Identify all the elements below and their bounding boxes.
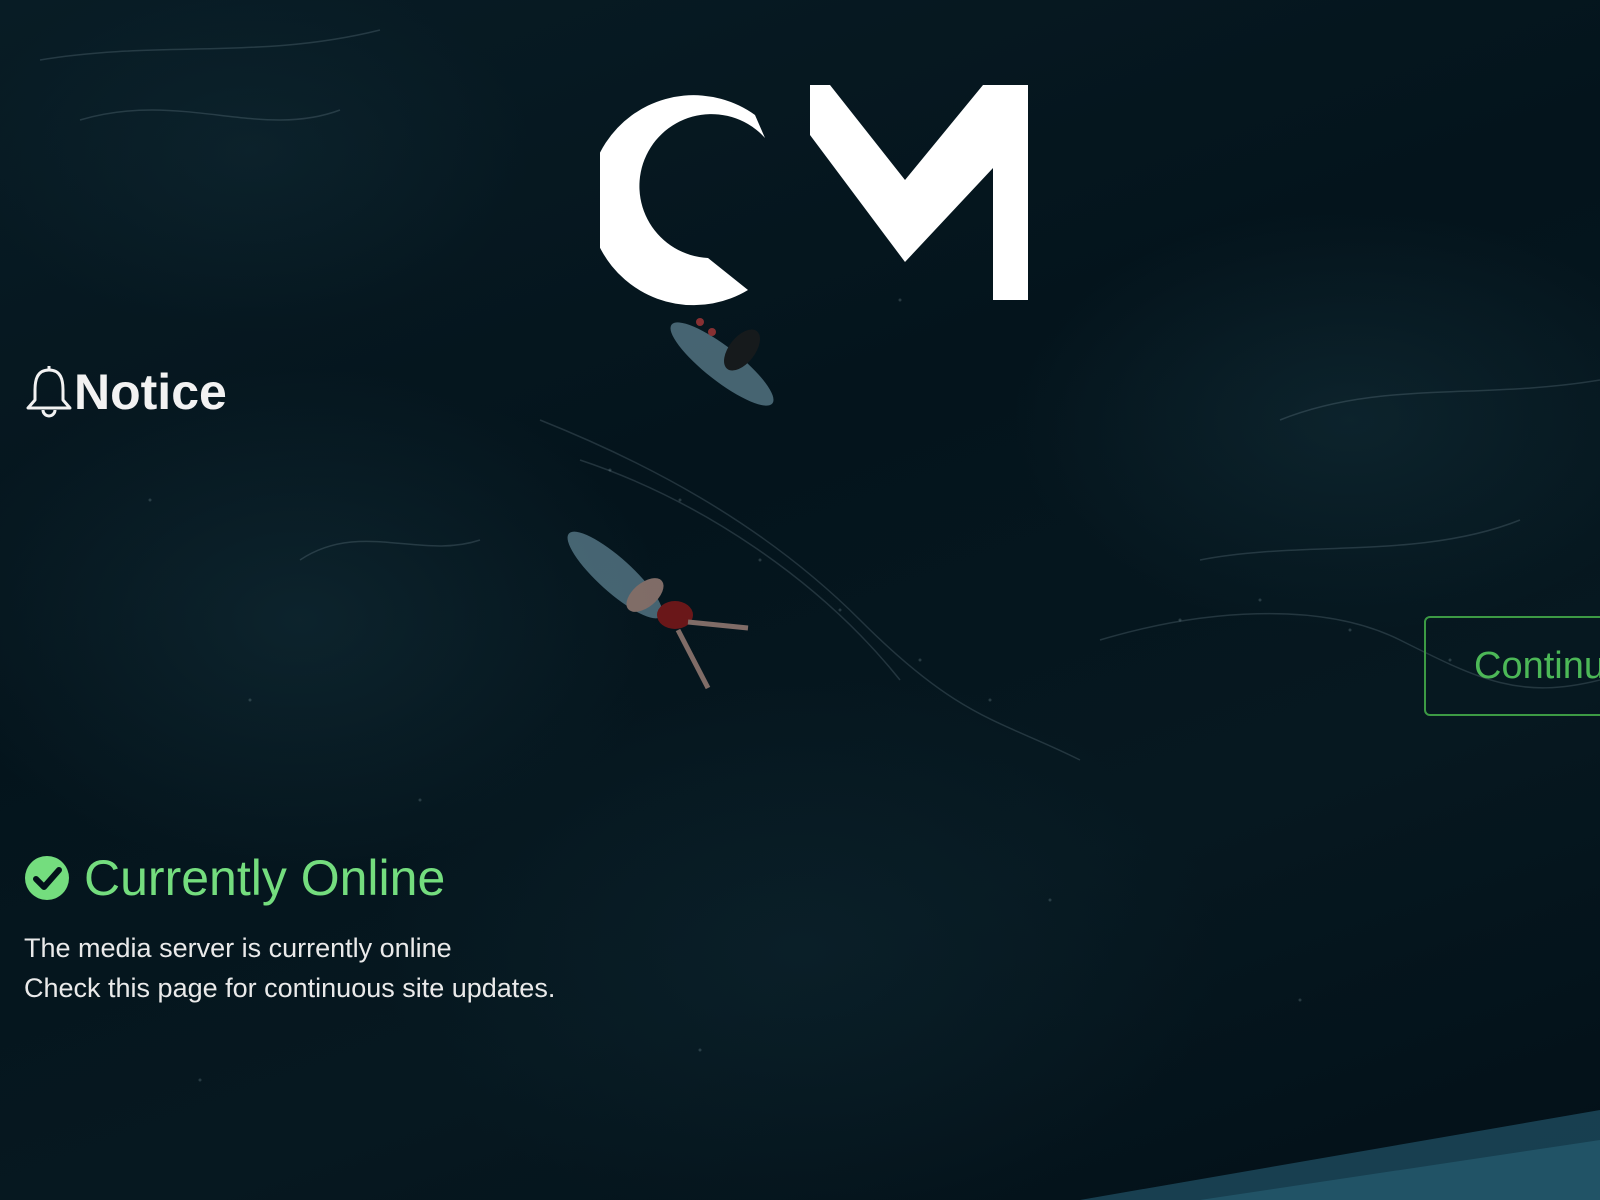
cm-logo [600,85,1028,306]
continue-button[interactable]: Continue [1424,616,1600,716]
status-description: The media server is currently online Che… [24,928,555,1008]
notice-header: Notice [24,366,227,418]
page-background: Notice Continue Currently Online The med… [0,0,1600,1200]
status-header: Currently Online [24,850,445,906]
status-title: Currently Online [84,850,446,906]
status-line: Check this page for continuous site upda… [24,973,556,1003]
notice-title: Notice [74,364,227,420]
check-circle-icon [25,856,69,900]
status-line: The media server is currently online [24,933,452,963]
bell-icon [26,366,72,418]
